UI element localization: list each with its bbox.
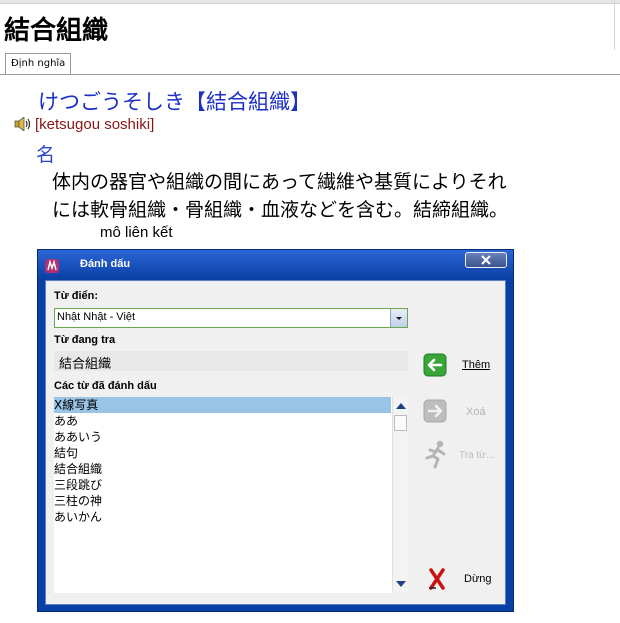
dictionary-label: Từ điển: — [54, 290, 99, 302]
window-top-border — [0, 0, 620, 4]
add-button-label: Thêm — [462, 359, 491, 371]
tab-definition[interactable]: Định nghĩa — [5, 53, 72, 74]
part-of-speech: 名 — [36, 144, 56, 166]
window-edge — [614, 0, 615, 50]
scroll-thumb[interactable] — [394, 415, 407, 431]
headword: けつごうそしき【結合組織】 — [38, 90, 311, 114]
vietnamese-meaning: mô liên kết — [100, 224, 173, 241]
bookmark-dialog: Đánh dấu Từ điển: Nhật Nhật - Việt Từ đa… — [37, 249, 514, 612]
bookmarks-label: Các từ đã đánh dấu — [54, 380, 157, 392]
scroll-down-icon[interactable] — [396, 581, 406, 587]
dictionary-select-value: Nhật Nhật - Việt — [57, 311, 136, 323]
add-button[interactable]: Thêm — [421, 353, 491, 377]
bookmark-list-item[interactable]: 三柱の神 — [54, 493, 391, 509]
dropdown-button[interactable] — [390, 309, 407, 327]
close-button[interactable] — [465, 252, 507, 268]
arrow-left-icon — [423, 353, 447, 377]
dictionary-select[interactable]: Nhật Nhật - Việt — [54, 308, 408, 328]
bookmark-list[interactable]: あいかん 三柱の神 三段跳び 結合組織 結句 ああいう ああ X線写真 — [54, 397, 408, 593]
stop-button[interactable]: Dừng — [424, 567, 504, 591]
bookmark-list-item[interactable]: X線写真 — [54, 397, 391, 413]
reading: [ketsugou soshiki] — [35, 116, 155, 133]
current-word-field: 結合組織 — [54, 351, 408, 372]
app-icon — [45, 259, 59, 273]
arrow-right-icon — [423, 399, 447, 423]
list-scrollbar[interactable] — [392, 397, 408, 593]
bookmark-list-item[interactable]: 三段跳び — [54, 477, 391, 493]
stop-icon — [429, 568, 445, 590]
close-icon — [481, 255, 491, 265]
bookmark-list-item[interactable]: あいかん — [54, 509, 391, 525]
chevron-down-icon — [396, 317, 402, 320]
lookup-button[interactable]: Tra từ... — [421, 439, 501, 469]
lookup-button-label: Tra từ... — [459, 450, 495, 461]
definition-line: には軟骨組織・骨組織・血液などを含む。結締組織。 — [52, 199, 509, 221]
bookmark-list-item[interactable]: ああいう — [54, 429, 391, 445]
stop-button-label: Dừng — [464, 573, 492, 585]
bookmark-list-item[interactable]: ああ — [54, 413, 391, 429]
dialog-titlebar[interactable]: Đánh dấu — [38, 250, 513, 280]
current-word-label: Từ đang tra — [54, 334, 116, 346]
scroll-up-icon[interactable] — [396, 403, 406, 409]
definition-line: 体内の器官や組織の間にあって繊維や基質によりそれ — [52, 171, 507, 193]
running-man-icon — [425, 440, 446, 469]
bookmark-list-item[interactable]: 結句 — [54, 445, 391, 461]
current-word-value: 結合組織 — [59, 357, 112, 372]
dialog-body: Từ điển: Nhật Nhật - Việt Từ đang tra 結合… — [45, 280, 506, 605]
entry-title: 結合組織 — [4, 16, 109, 46]
tab-strip-divider — [0, 74, 620, 75]
delete-button[interactable]: Xoá — [421, 399, 491, 423]
bookmark-list-item[interactable]: 結合組織 — [54, 461, 391, 477]
delete-button-label: Xoá — [466, 406, 486, 418]
dialog-title: Đánh dấu — [80, 258, 131, 270]
speaker-icon[interactable] — [14, 117, 32, 131]
